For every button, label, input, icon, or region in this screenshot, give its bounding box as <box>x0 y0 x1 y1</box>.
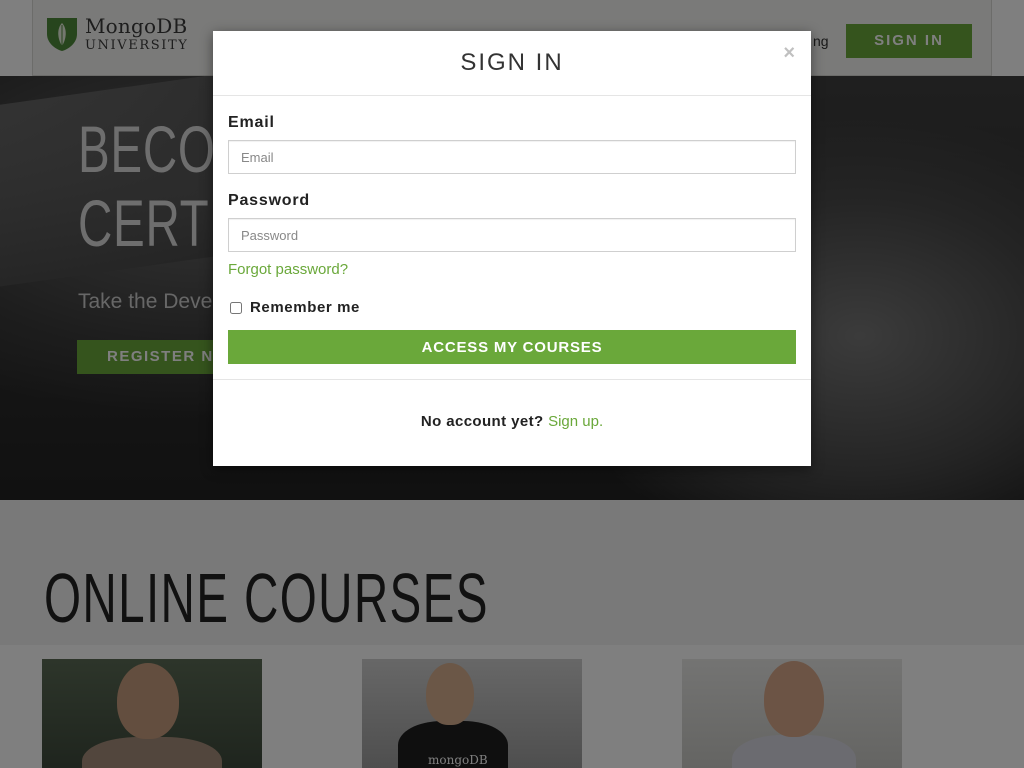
forgot-password-link[interactable]: Forgot password? <box>228 261 348 278</box>
remember-me-row: Remember me <box>228 299 360 316</box>
remember-me-label[interactable]: Remember me <box>250 299 360 316</box>
close-button[interactable]: × <box>783 43 795 63</box>
modal-divider <box>213 379 811 380</box>
modal-footer: No account yet? Sign up. <box>213 413 811 430</box>
password-label: Password <box>228 192 310 209</box>
email-label: Email <box>228 114 275 131</box>
password-field[interactable] <box>228 218 796 252</box>
modal-header: SIGN IN × <box>213 31 811 96</box>
email-field[interactable] <box>228 140 796 174</box>
access-my-courses-button[interactable]: ACCESS MY COURSES <box>228 330 796 364</box>
remember-me-checkbox[interactable] <box>230 301 242 314</box>
sign-in-modal: SIGN IN × Email Password Forgot password… <box>213 31 811 466</box>
no-account-text: No account yet? <box>420 413 549 430</box>
modal-title: SIGN IN <box>460 49 564 76</box>
sign-up-link[interactable]: Sign up. <box>548 413 603 430</box>
